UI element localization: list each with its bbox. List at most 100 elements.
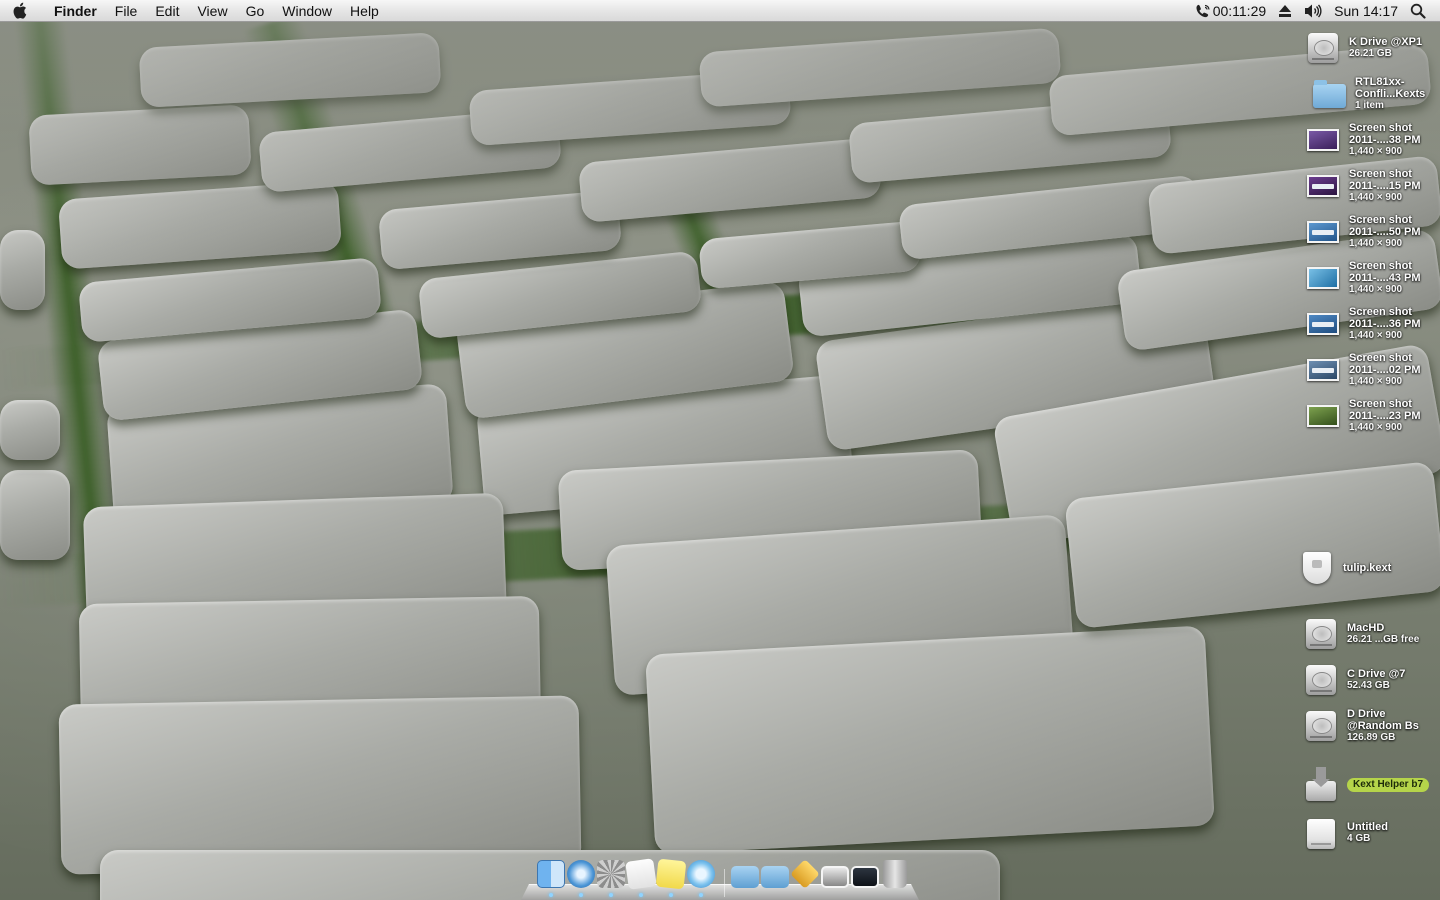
item-name-line2: 2011-....23 PM	[1349, 410, 1421, 422]
item-info: 52.43 GB	[1347, 680, 1390, 691]
item-name: Kext Helper b7	[1347, 778, 1430, 792]
running-indicator	[699, 893, 703, 897]
preview-icon[interactable]	[821, 866, 849, 888]
item-info: 26.21 ...GB free	[1347, 634, 1420, 645]
item-name: Untitled	[1347, 821, 1388, 833]
image-thumbnail-icon	[1305, 306, 1341, 342]
eject-icon[interactable]	[1272, 0, 1298, 22]
item-name: K Drive @XP1	[1349, 36, 1423, 48]
hard-drive-icon	[1303, 662, 1339, 698]
item-name-line2: 2011-....36 PM	[1349, 318, 1421, 330]
dock-separator	[724, 869, 725, 897]
item-info: 1,440 × 900	[1349, 238, 1403, 249]
item-info: 1,440 × 900	[1349, 146, 1403, 157]
item-name: tulip.kext	[1343, 562, 1392, 574]
item-name-line1: RTL81xx-	[1355, 76, 1405, 88]
item-info: 1,440 × 900	[1349, 422, 1403, 433]
folder-icon	[1311, 76, 1347, 112]
call-timer: 00:11:29	[1212, 2, 1267, 19]
menu-go[interactable]: Go	[237, 0, 274, 22]
image-thumbnail-icon	[1305, 168, 1341, 204]
desktop-item-screenshot[interactable]: Screen shot 2011-....02 PM 1,440 × 900	[1305, 352, 1421, 388]
desktop-item-machd[interactable]: MacHD 26.21 ...GB free	[1303, 616, 1419, 652]
item-info: 1,440 × 900	[1349, 284, 1403, 295]
item-name: C Drive @7	[1347, 668, 1406, 680]
documents-folder-icon[interactable]	[761, 866, 789, 888]
spotlight-icon[interactable]	[1404, 0, 1432, 22]
kext-bundle-icon	[1299, 550, 1335, 586]
item-name-line2: Confli...Kexts	[1355, 88, 1426, 100]
desktop-item-k-drive[interactable]: K Drive @XP1 26.21 GB	[1305, 30, 1422, 66]
safari-icon[interactable]	[567, 860, 595, 888]
menu-edit[interactable]: Edit	[146, 0, 188, 22]
running-indicator	[639, 893, 643, 897]
installer-disk-icon	[1303, 767, 1339, 803]
menu-file[interactable]: File	[106, 0, 147, 22]
desktop-item-screenshot[interactable]: Screen shot 2011-....23 PM 1,440 × 900	[1305, 398, 1421, 434]
item-name-line1: Screen shot	[1349, 260, 1412, 272]
phone-icon	[1195, 4, 1211, 18]
dock	[521, 857, 919, 900]
item-name-line2: 2011-....43 PM	[1349, 272, 1421, 284]
desktop-item-screenshot[interactable]: Screen shot 2011-....36 PM 1,440 × 900	[1305, 306, 1421, 342]
desktop-item-untitled[interactable]: Untitled 4 GB	[1303, 815, 1388, 851]
item-name-line1: Screen shot	[1349, 398, 1412, 410]
running-indicator	[549, 893, 553, 897]
item-name-line1: Screen shot	[1349, 122, 1412, 134]
volume-icon[interactable]	[1298, 0, 1328, 22]
item-info: 1,440 × 900	[1349, 330, 1403, 341]
image-thumbnail-icon	[1305, 260, 1341, 296]
running-indicator	[609, 893, 613, 897]
desktop-item-screenshot[interactable]: Screen shot 2011-....15 PM 1,440 × 900	[1305, 168, 1421, 204]
item-name: MacHD	[1347, 622, 1385, 634]
apple-icon[interactable]	[0, 2, 40, 19]
item-info: 26.21 GB	[1349, 48, 1392, 59]
desktop-wallpaper	[0, 0, 1440, 900]
applications-folder-icon[interactable]	[731, 866, 759, 888]
system-preferences-icon[interactable]	[597, 860, 625, 888]
menu-bar: Finder File Edit View Go Window Help 00:…	[0, 0, 1440, 22]
item-info: 1 item	[1355, 100, 1384, 111]
item-name-line1: Screen shot	[1349, 214, 1412, 226]
item-name-line2: @Random Bs	[1347, 720, 1419, 732]
running-indicator	[579, 893, 583, 897]
desktop-item-kext-helper[interactable]: Kext Helper b7	[1303, 767, 1430, 803]
call-status-item[interactable]: 00:11:29	[1189, 0, 1272, 22]
app-menu-finder[interactable]: Finder	[40, 0, 106, 22]
itunes-icon[interactable]	[687, 860, 715, 888]
item-name-line2: 2011-....15 PM	[1349, 180, 1421, 192]
finder-icon[interactable]	[537, 860, 565, 888]
desktop-item-d-drive[interactable]: D Drive @Random Bs 126.89 GB	[1303, 708, 1419, 744]
trash-icon[interactable]	[883, 860, 907, 888]
desktop-item-screenshot[interactable]: Screen shot 2011-....43 PM 1,440 × 900	[1305, 260, 1421, 296]
item-name-line2: 2011-....50 PM	[1349, 226, 1421, 238]
desktop-item-tulip-kext[interactable]: tulip.kext	[1299, 550, 1391, 586]
hard-drive-icon	[1305, 30, 1341, 66]
image-thumbnail-icon	[1305, 398, 1341, 434]
textedit-icon[interactable]	[625, 858, 657, 890]
desktop-item-c-drive[interactable]: C Drive @7 52.43 GB	[1303, 662, 1405, 698]
item-name-line1: Screen shot	[1349, 168, 1412, 180]
desktop-item-screenshot[interactable]: Screen shot 2011-....50 PM 1,440 × 900	[1305, 214, 1421, 250]
menubar-clock[interactable]: Sun 14:17	[1328, 0, 1404, 22]
item-info: 126.89 GB	[1347, 732, 1396, 743]
desktop-item-screenshot[interactable]: Screen shot 2011-....38 PM 1,440 × 900	[1305, 122, 1421, 158]
item-name-line1: Screen shot	[1349, 306, 1412, 318]
menu-view[interactable]: View	[188, 0, 236, 22]
item-name-line2: 2011-....02 PM	[1349, 364, 1421, 376]
screenshot-icon[interactable]	[851, 866, 879, 888]
stickies-icon[interactable]	[655, 858, 687, 890]
desktop-item-rtl-folder[interactable]: RTL81xx- Confli...Kexts 1 item	[1311, 76, 1425, 112]
item-name-line1: D Drive	[1347, 708, 1386, 720]
hard-drive-icon	[1303, 616, 1339, 652]
menu-window[interactable]: Window	[273, 0, 341, 22]
item-info: 1,440 × 900	[1349, 192, 1403, 203]
image-thumbnail-icon	[1305, 122, 1341, 158]
item-name-line1: Screen shot	[1349, 352, 1412, 364]
item-info: 1,440 × 900	[1349, 376, 1403, 387]
menu-help[interactable]: Help	[341, 0, 388, 22]
usb-drive-icon	[1303, 815, 1339, 851]
image-thumbnail-icon	[1305, 352, 1341, 388]
running-indicator	[669, 893, 673, 897]
image-thumbnail-icon	[1305, 214, 1341, 250]
